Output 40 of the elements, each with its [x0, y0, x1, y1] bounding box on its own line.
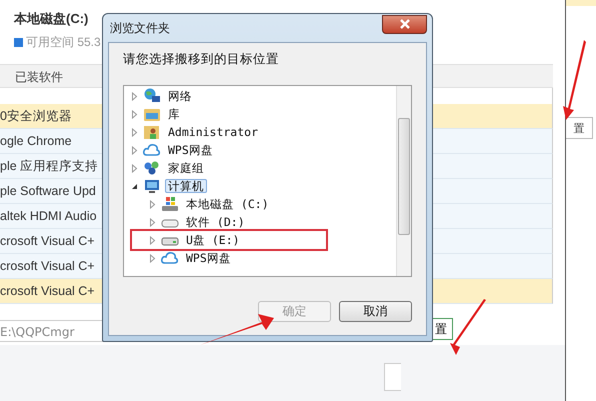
expand-arrow-icon[interactable]: [130, 92, 139, 100]
expand-arrow-icon[interactable]: [130, 110, 139, 118]
tree-item[interactable]: Administrator: [165, 125, 262, 139]
expand-arrow-icon[interactable]: [148, 218, 157, 226]
expand-arrow-icon[interactable]: [130, 164, 139, 172]
expand-arrow-icon[interactable]: [130, 128, 139, 136]
expand-arrow-icon[interactable]: [148, 236, 157, 244]
cancel-button[interactable]: 取消: [339, 301, 412, 322]
tree-item[interactable]: 网络: [165, 89, 195, 103]
expand-arrow-icon[interactable]: [130, 146, 139, 154]
tree-item[interactable]: 软件 (D:): [183, 215, 248, 229]
people-icon: [143, 160, 161, 176]
close-icon: [398, 19, 410, 29]
close-button[interactable]: [382, 14, 427, 34]
drive-title: 本地磁盘(C:): [14, 10, 88, 28]
tree-item[interactable]: 本地磁盘 (C:): [183, 197, 272, 211]
expanded-arrow-icon[interactable]: [130, 182, 139, 190]
scrollbar[interactable]: [396, 86, 411, 276]
tree-item[interactable]: WPS网盘: [183, 251, 234, 265]
globe-computer-icon: [143, 88, 161, 104]
free-space-text: 可用空间 55.3: [26, 34, 101, 51]
drive-icon: [161, 196, 179, 212]
folder-icon: [143, 106, 161, 122]
expand-arrow-icon[interactable]: [148, 254, 157, 262]
expand-arrow-icon[interactable]: [148, 200, 157, 208]
tree-item[interactable]: 计算机: [165, 179, 207, 193]
location-button[interactable]: 置: [566, 117, 593, 139]
cloud-icon: [161, 250, 179, 266]
dialog-title: 浏览文件夹: [109, 20, 170, 36]
computer-icon: [143, 178, 161, 194]
tree-item[interactable]: 家庭组: [165, 161, 207, 175]
arrow-drawing: [450, 299, 486, 355]
user-folder-icon: [143, 124, 161, 140]
tree-item[interactable]: 库: [165, 107, 183, 121]
square-icon: [14, 38, 23, 47]
cloud-icon: [143, 142, 161, 158]
tree-item[interactable]: WPS网盘: [165, 143, 216, 157]
table-row: [566, 0, 596, 6]
button-outline[interactable]: [384, 363, 401, 391]
tree-item[interactable]: U盘 (E:): [183, 233, 243, 247]
